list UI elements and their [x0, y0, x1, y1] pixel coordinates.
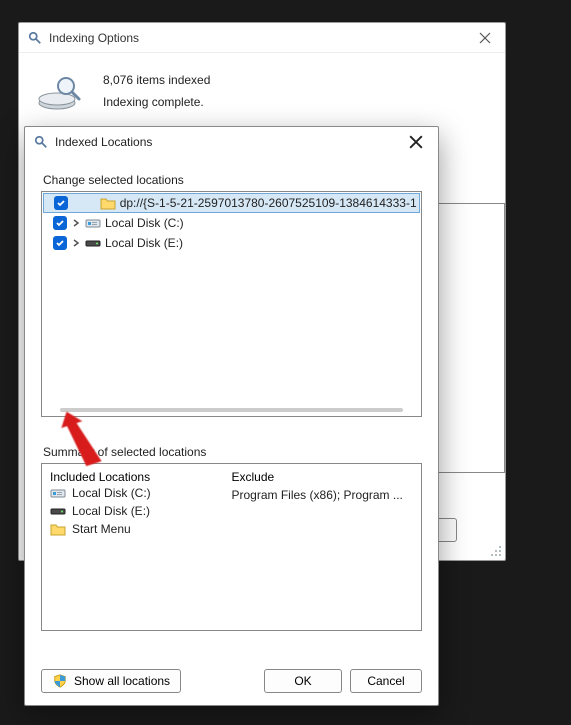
chevron-right-icon[interactable] [71, 238, 81, 248]
list-item-label: Local Disk (C:) [72, 486, 151, 500]
tree-row[interactable]: Local Disk (C:) [43, 213, 420, 233]
exclude-header: Exclude [232, 470, 414, 484]
indexing-status: Indexing complete. [103, 91, 210, 113]
exclude-text: Program Files (x86); Program ... [232, 486, 414, 504]
magnifier-icon [33, 135, 49, 149]
tree-row-label: Local Disk (C:) [105, 216, 184, 230]
drive-magnifier-icon [35, 69, 83, 117]
included-header: Included Locations [50, 470, 232, 484]
checkbox[interactable] [53, 216, 67, 230]
dialog-title: Indexed Locations [55, 135, 152, 149]
indexed-locations-dialog: Indexed Locations Change selected locati… [24, 126, 439, 706]
indexing-stats: 8,076 items indexed Indexing complete. [103, 69, 210, 117]
dialog-body: Change selected locations dp://{S-1-5-21… [25, 157, 438, 705]
exclude-column: Exclude Program Files (x86); Program ... [232, 470, 414, 624]
folder-icon [100, 196, 116, 210]
drive-icon [50, 504, 66, 518]
summary-box: Included Locations Local Disk (C:) Local … [41, 463, 422, 631]
dialog-actions: Show all locations OK Cancel [41, 669, 422, 693]
expander-placeholder [72, 198, 96, 208]
show-all-label: Show all locations [74, 674, 170, 688]
change-locations-label: Change selected locations [43, 173, 420, 187]
drive-c-icon [85, 216, 101, 230]
tree-row[interactable]: Local Disk (E:) [43, 233, 420, 253]
checkbox[interactable] [54, 196, 68, 210]
list-item[interactable]: Local Disk (C:) [50, 484, 232, 502]
ok-button[interactable]: OK [264, 669, 342, 693]
indexing-options-body: 8,076 items indexed Indexing complete. [19, 53, 505, 127]
checkbox[interactable] [53, 236, 67, 250]
included-column: Included Locations Local Disk (C:) Local … [50, 470, 232, 624]
summary-label: Summary of selected locations [43, 445, 420, 459]
cancel-label: Cancel [367, 674, 404, 688]
items-indexed: 8,076 items indexed [103, 69, 210, 91]
tree-row-label: dp://{S-1-5-21-2597013780-2607525109-138… [120, 196, 417, 210]
chevron-right-icon[interactable] [71, 218, 81, 228]
shield-icon [52, 674, 68, 688]
locations-tree[interactable]: dp://{S-1-5-21-2597013780-2607525109-138… [41, 191, 422, 417]
list-item[interactable]: Local Disk (E:) [50, 502, 232, 520]
indexing-options-titlebar[interactable]: Indexing Options [19, 23, 505, 53]
list-item-label: Local Disk (E:) [72, 504, 150, 518]
tree-row-label: Local Disk (E:) [105, 236, 183, 250]
list-item-label: Start Menu [72, 522, 131, 536]
folder-icon [50, 522, 66, 536]
magnifier-icon [27, 31, 43, 45]
drive-c-icon [50, 486, 66, 500]
drive-icon [85, 236, 101, 250]
tree-row[interactable]: dp://{S-1-5-21-2597013780-2607525109-138… [43, 193, 420, 213]
resize-grip-icon[interactable] [490, 545, 502, 557]
close-icon[interactable] [473, 26, 497, 50]
show-all-locations-button[interactable]: Show all locations [41, 669, 181, 693]
window-title: Indexing Options [49, 31, 139, 45]
indexed-locations-titlebar[interactable]: Indexed Locations [25, 127, 438, 157]
close-icon[interactable] [402, 130, 430, 154]
cancel-button[interactable]: Cancel [350, 669, 422, 693]
list-item[interactable]: Start Menu [50, 520, 232, 538]
ok-label: OK [294, 674, 311, 688]
horizontal-scrollbar[interactable] [60, 408, 403, 412]
